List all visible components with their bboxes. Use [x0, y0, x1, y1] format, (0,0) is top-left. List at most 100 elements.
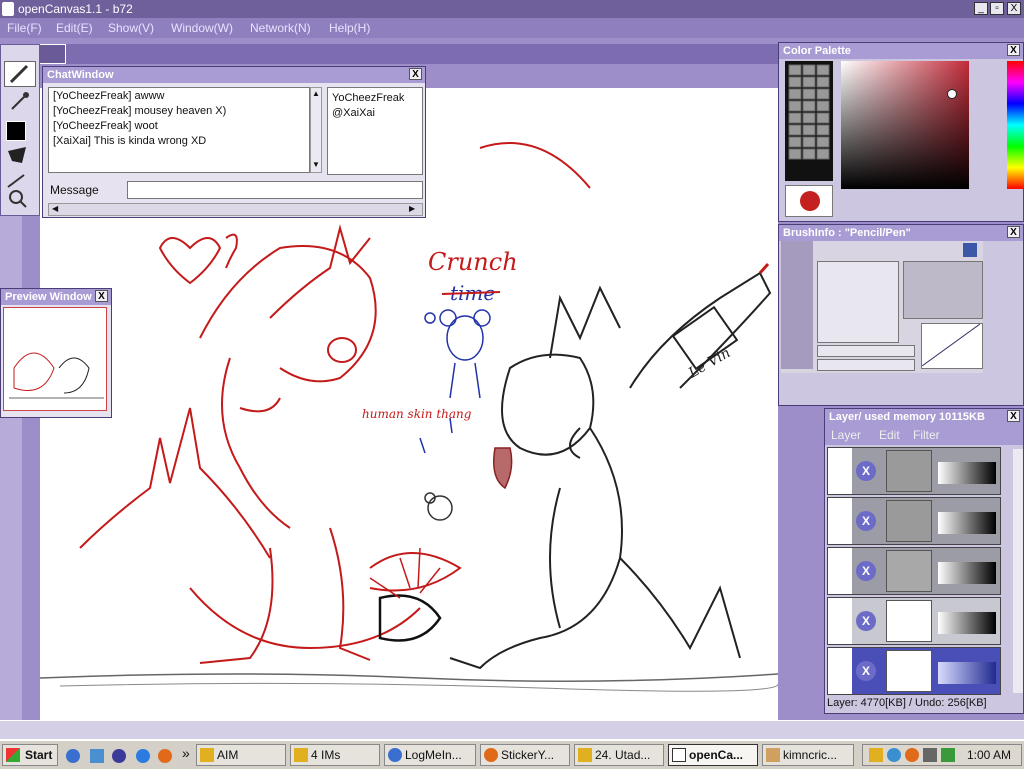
opencanvas-icon [672, 748, 686, 762]
chat-log-scrollbar[interactable]: ▲ ▼ [310, 87, 322, 173]
layer-opacity-gradient[interactable] [938, 512, 996, 534]
layer-panel-titlebar[interactable]: Layer/ used memory 10115KB X [825, 409, 1023, 425]
delete-layer-icon[interactable]: X [856, 461, 876, 481]
save-brush-icon[interactable] [963, 243, 977, 257]
pen-tool[interactable] [4, 61, 36, 87]
layer-row[interactable]: X [827, 497, 1001, 545]
layer-panel-close-button[interactable]: X [1007, 410, 1020, 422]
minimize-button[interactable]: _ [974, 2, 988, 15]
quick-launch-overflow[interactable]: » [182, 745, 190, 761]
delete-layer-icon[interactable]: X [856, 561, 876, 581]
canvas-text-crunch: Crunch [428, 248, 518, 276]
color-palette-window: Color Palette X [778, 42, 1024, 222]
eye-icon[interactable] [828, 498, 852, 544]
quick-launch-desktop-icon[interactable] [90, 749, 104, 763]
eye-icon[interactable] [828, 598, 852, 644]
layer-row-active[interactable]: X [827, 647, 1001, 695]
layer-opacity-gradient[interactable] [938, 612, 996, 634]
layer-row[interactable]: X [827, 447, 1001, 495]
close-button[interactable]: X [1007, 2, 1021, 15]
brush-type-column[interactable] [781, 241, 813, 369]
chat-window-close-button[interactable]: X [409, 68, 422, 80]
maximize-button[interactable]: ▫ [990, 2, 1004, 15]
menu-file[interactable]: File(F) [7, 21, 42, 35]
menu-window[interactable]: Window(W) [171, 21, 233, 35]
eye-icon[interactable] [828, 448, 852, 494]
taskbar-button-label: 24. Utad... [595, 748, 651, 762]
chat-user-list[interactable]: YoCheezFreak @XaiXai [327, 87, 423, 175]
scroll-right-icon[interactable]: ▶ [409, 204, 415, 213]
delete-layer-icon[interactable]: X [856, 661, 876, 681]
layer-row[interactable]: X [827, 597, 1001, 645]
menu-network[interactable]: Network(N) [250, 21, 311, 35]
layer-menu-filter[interactable]: Filter [913, 428, 940, 442]
current-color-dot [800, 191, 820, 211]
layer-opacity-gradient[interactable] [938, 562, 996, 584]
taskbar-button-utad[interactable]: 24. Utad... [574, 744, 664, 766]
eye-icon[interactable] [828, 648, 852, 694]
saturation-value-picker[interactable] [841, 61, 969, 189]
quick-launch-media-icon[interactable] [112, 749, 126, 763]
tray-media-icon[interactable] [923, 748, 937, 762]
brush-info-close-button[interactable]: X [1007, 226, 1020, 238]
chat-log[interactable]: [YoCheezFreak] awww [YoCheezFreak] mouse… [48, 87, 310, 173]
fill-tool[interactable] [4, 143, 36, 169]
quick-launch-firefox-icon[interactable] [158, 749, 172, 763]
taskbar-button-opencanvas[interactable]: openCa... [668, 744, 758, 766]
brush-size-slider[interactable] [817, 345, 915, 357]
color-picker-cursor[interactable] [947, 89, 957, 99]
tray-app-icon[interactable] [905, 748, 919, 762]
brush-shape-options[interactable] [903, 261, 983, 319]
chat-window: ChatWindow X [YoCheezFreak] awww [YoChee… [42, 66, 426, 218]
eye-icon[interactable] [828, 548, 852, 594]
layer-scrollbar[interactable] [1013, 449, 1023, 693]
clock[interactable]: 1:00 AM [967, 748, 1011, 762]
taskbar-button-kimncric[interactable]: kimncric... [762, 744, 854, 766]
taskbar-button-ims[interactable]: 4 IMs [290, 744, 380, 766]
grayscale-swatches[interactable] [785, 61, 833, 181]
hue-slider[interactable] [1007, 61, 1024, 189]
tray-security-icon[interactable] [941, 748, 955, 762]
quick-launch-browser-icon[interactable] [136, 749, 150, 763]
preview-window-titlebar[interactable]: Preview Window X [1, 289, 111, 305]
message-input[interactable] [127, 181, 423, 199]
scroll-down-icon[interactable]: ▼ [312, 160, 320, 169]
layer-menu-layer[interactable]: Layer [831, 428, 861, 442]
color-swatch-tool[interactable] [4, 117, 36, 143]
taskbar-button-stickery[interactable]: StickerY... [480, 744, 570, 766]
pressure-curve[interactable] [921, 323, 983, 369]
menu-show[interactable]: Show(V) [108, 21, 154, 35]
preview-thumbnail[interactable] [3, 307, 107, 411]
scroll-up-icon[interactable]: ▲ [312, 89, 320, 98]
menu-help[interactable]: Help(H) [329, 21, 370, 35]
taskbar-button-aim[interactable]: AIM [196, 744, 286, 766]
taskbar-button-logmein[interactable]: LogMeIn... [384, 744, 476, 766]
color-palette-close-button[interactable]: X [1007, 44, 1020, 56]
app-icon [2, 2, 14, 16]
brush-info-titlebar[interactable]: BrushInfo : "Pencil/Pen" X [779, 225, 1023, 241]
scroll-left-icon[interactable]: ◀ [52, 204, 58, 213]
layer-menu-edit[interactable]: Edit [879, 428, 900, 442]
chat-window-titlebar[interactable]: ChatWindow X [43, 67, 425, 83]
layer-row[interactable]: X [827, 547, 1001, 595]
color-palette-titlebar[interactable]: Color Palette X [779, 43, 1023, 59]
chat-horizontal-scrollbar[interactable]: ◀ ▶ [48, 203, 423, 216]
tray-aim-icon[interactable] [869, 748, 883, 762]
tray-network-icon[interactable] [887, 748, 901, 762]
chat-window-title: ChatWindow [47, 69, 114, 81]
delete-layer-icon[interactable]: X [856, 511, 876, 531]
layer-opacity-gradient[interactable] [938, 462, 996, 484]
zoom-tool[interactable] [4, 187, 36, 213]
grayscale-grid [788, 64, 830, 160]
start-button[interactable]: Start [2, 744, 58, 766]
layer-opacity-gradient[interactable] [938, 662, 996, 684]
quick-launch-ie-icon[interactable] [66, 749, 80, 763]
chat-user[interactable]: YoCheezFreak [332, 92, 404, 104]
current-color-well[interactable] [785, 185, 833, 217]
brush-opacity-slider[interactable] [817, 359, 915, 371]
menu-edit[interactable]: Edit(E) [56, 21, 93, 35]
preview-window-close-button[interactable]: X [95, 290, 108, 302]
chat-user[interactable]: @XaiXai [332, 107, 375, 119]
eyedropper-tool[interactable] [4, 89, 36, 115]
delete-layer-icon[interactable]: X [856, 611, 876, 631]
